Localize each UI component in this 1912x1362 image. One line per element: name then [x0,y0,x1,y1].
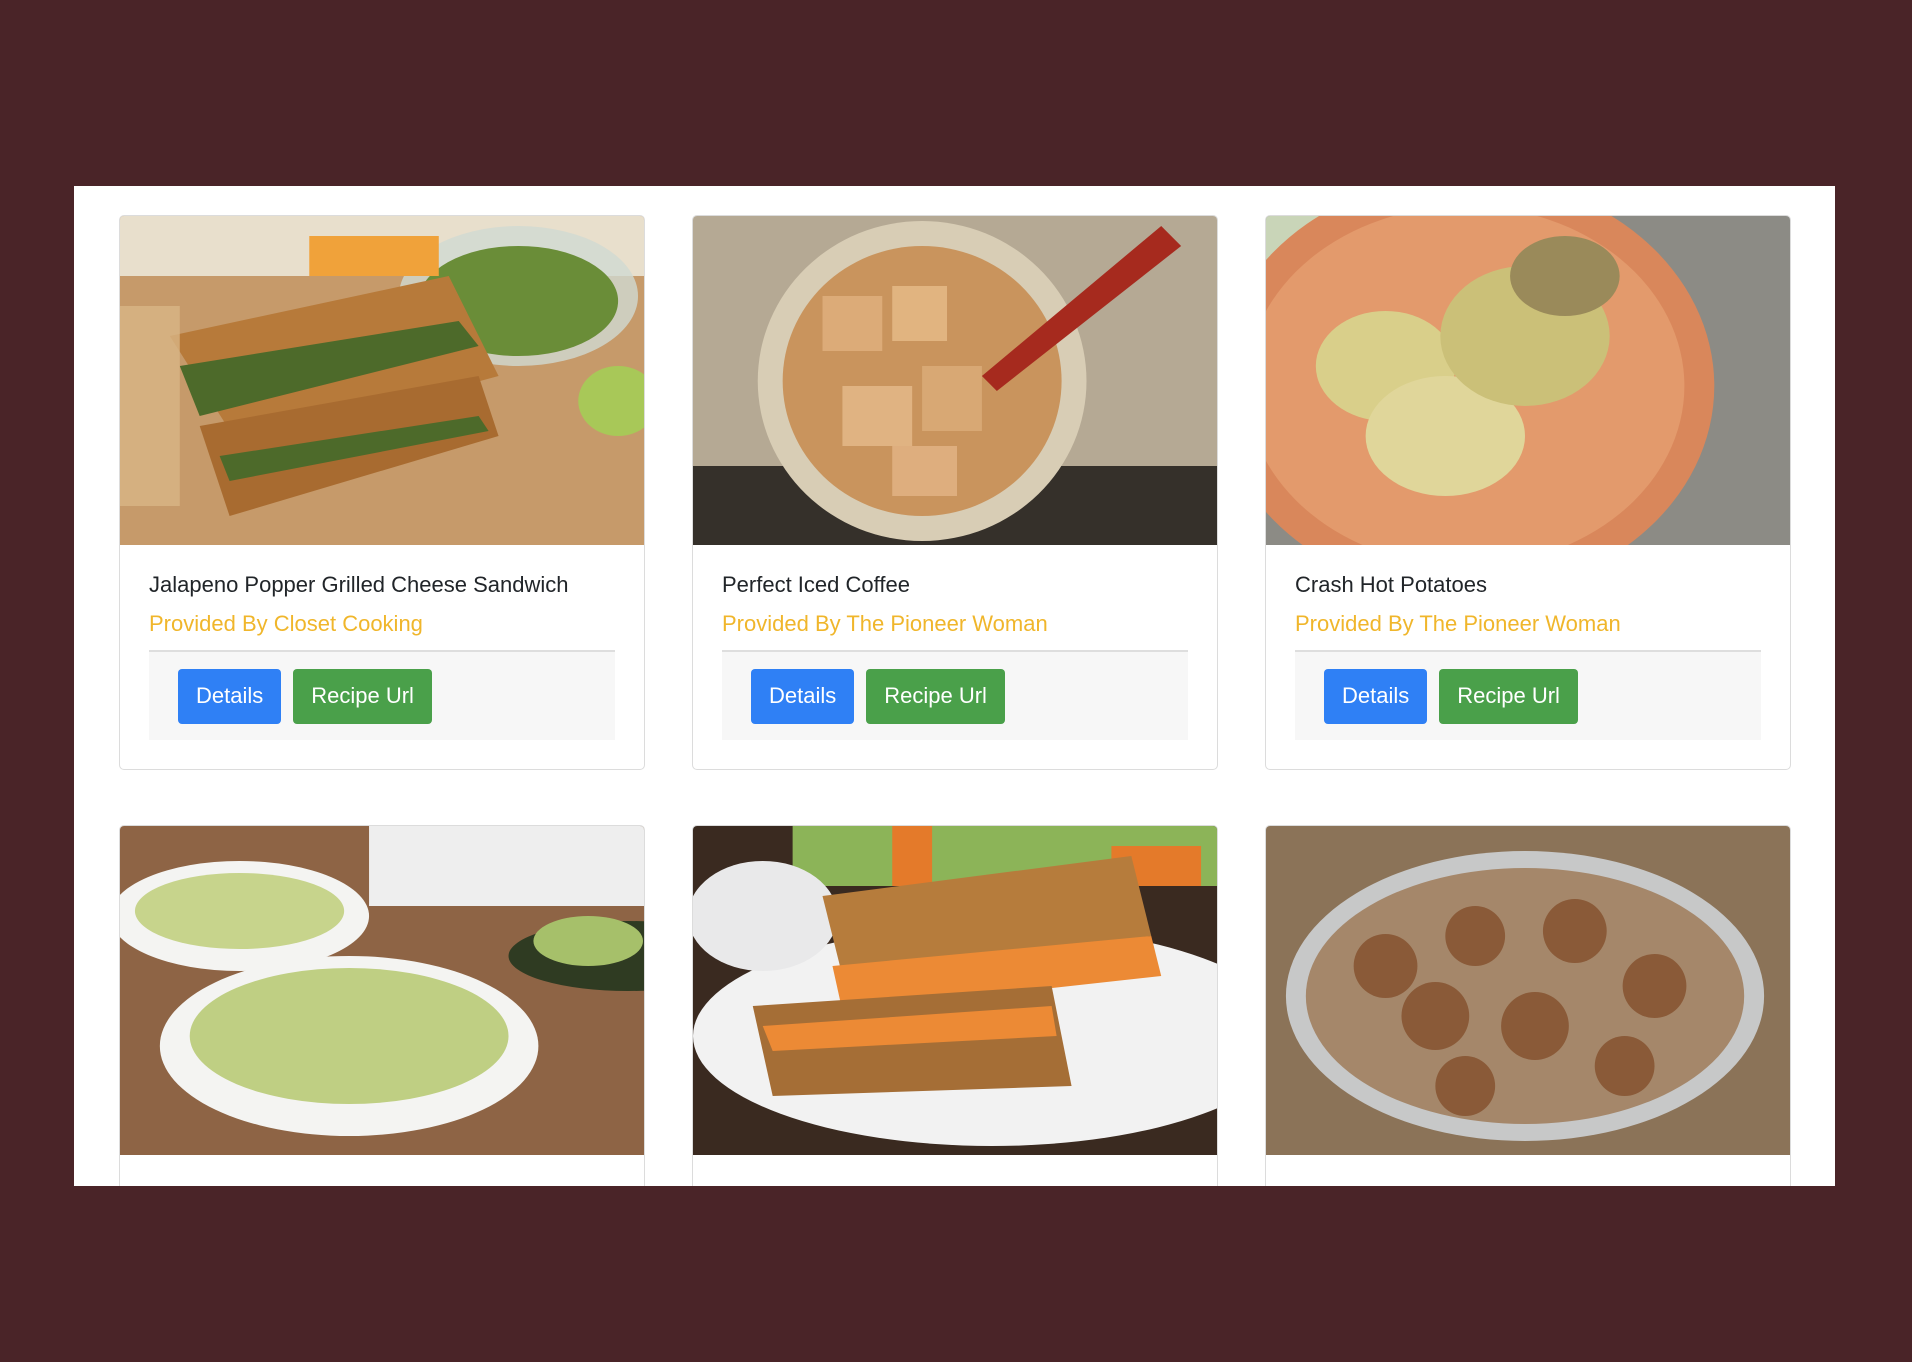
recipe-title: Crash Hot Potatoes [1295,572,1487,597]
details-button[interactable]: Details [1324,668,1428,724]
card-footer: Details Recipe Url [149,650,615,740]
iced-coffee-photo [693,216,1217,545]
recipe-card [119,825,645,1186]
recipe-card: Jalapeno Popper Grilled Cheese Sandwich … [119,215,645,770]
cinnamon-rolls-photo [1266,826,1790,1155]
potatoes-photo [1266,216,1790,545]
grilled-cheese-photo [120,216,644,545]
recipe-card [692,825,1218,1186]
card-footer: Details Recipe Url [1295,650,1761,740]
recipe-provider: Provided By Closet Cooking [149,611,423,636]
avocado-pasta-photo [120,826,644,1155]
details-button[interactable]: Details [751,668,855,724]
recipe-card: Crash Hot Potatoes Provided By The Pione… [1265,215,1791,770]
recipe-url-button[interactable]: Recipe Url [866,668,1005,724]
recipe-provider: Provided By The Pioneer Woman [722,611,1048,636]
recipe-grid: Jalapeno Popper Grilled Cheese Sandwich … [74,186,1835,1186]
recipe-url-button[interactable]: Recipe Url [293,668,432,724]
recipe-card [1265,825,1791,1186]
recipe-url-button[interactable]: Recipe Url [1439,668,1578,724]
recipe-card: Perfect Iced Coffee Provided By The Pion… [692,215,1218,770]
buffalo-grilled-cheese-photo [693,826,1217,1155]
recipe-title: Perfect Iced Coffee [722,572,910,597]
recipe-provider: Provided By The Pioneer Woman [1295,611,1621,636]
recipe-title: Jalapeno Popper Grilled Cheese Sandwich [149,572,569,597]
details-button[interactable]: Details [178,668,282,724]
card-footer: Details Recipe Url [722,650,1188,740]
